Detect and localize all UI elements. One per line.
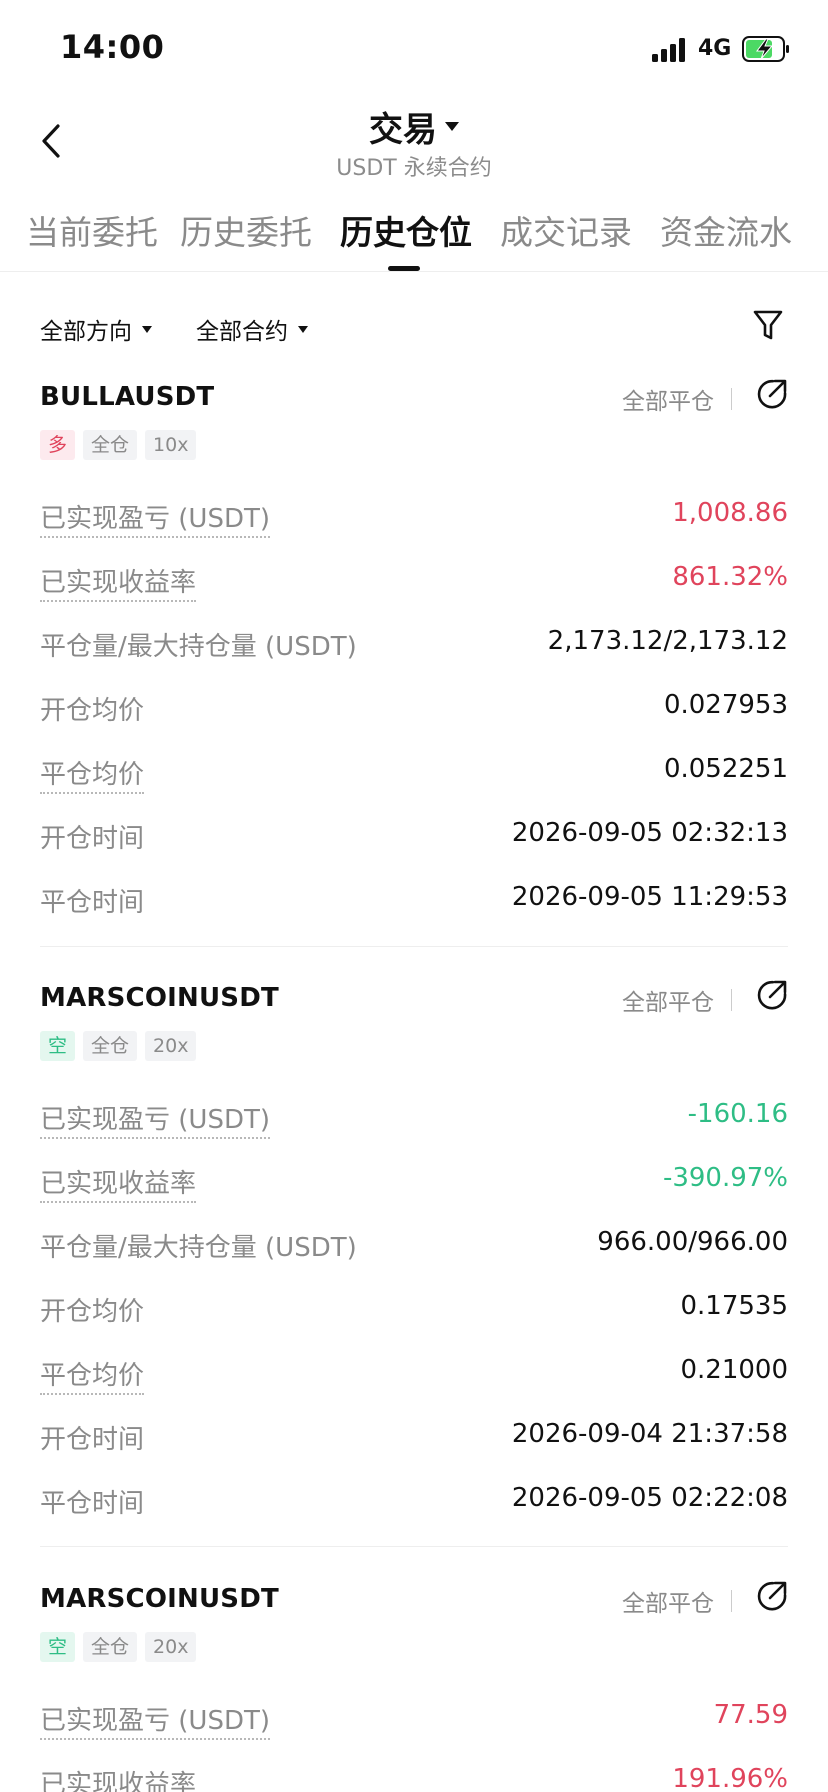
close-price-label[interactable]: 平仓均价 bbox=[40, 754, 145, 794]
margin-mode-tag: 全仓 bbox=[83, 1632, 138, 1662]
direction-filter-label: 全部方向 bbox=[40, 319, 132, 345]
leverage-tag: 10x bbox=[145, 430, 197, 460]
close-price-label[interactable]: 平仓均价 bbox=[40, 1355, 145, 1395]
realized-pnl-row: 已实现盈亏 (USDT) 1,008.86 bbox=[40, 488, 788, 552]
open-time-label: 开仓时间 bbox=[40, 1425, 145, 1455]
card-divider bbox=[40, 946, 788, 947]
side-tag: 空 bbox=[40, 1632, 76, 1662]
side-tag: 空 bbox=[40, 1031, 76, 1061]
position-symbol: MARSCOINUSDT bbox=[40, 983, 279, 1013]
realized-pnl-row: 已实现盈亏 (USDT) 77.59 bbox=[40, 1690, 788, 1754]
tab-current-orders[interactable]: 当前委托 bbox=[26, 206, 158, 254]
close-price-row: 平仓均价 0.052251 bbox=[40, 744, 788, 808]
status-time: 14:00 bbox=[60, 28, 165, 66]
leverage-tag: 20x bbox=[145, 1632, 197, 1662]
close-time-row: 平仓时间 2026-09-05 11:29:53 bbox=[40, 872, 788, 936]
realized-roi-row: 已实现收益率 861.32% bbox=[40, 552, 788, 616]
entry-price-value: 0.027953 bbox=[663, 690, 788, 720]
page-subtitle: USDT 永续合约 bbox=[336, 156, 492, 181]
filter-funnel-icon[interactable] bbox=[752, 308, 784, 342]
filter-bar: 全部方向 全部合约 bbox=[0, 300, 828, 352]
network-type: 4G bbox=[698, 36, 732, 61]
open-time-row: 开仓时间 2026-09-04 21:37:58 bbox=[40, 1409, 788, 1473]
close-all-button[interactable]: 全部平仓 bbox=[622, 1584, 714, 1618]
close-time-label: 平仓时间 bbox=[40, 888, 145, 918]
realized-roi-value: 861.32% bbox=[672, 562, 788, 592]
close-volume-row: 平仓量/最大持仓量 (USDT) 966.00/966.00 bbox=[40, 1217, 788, 1281]
status-bar: 14:00 4G bbox=[0, 0, 828, 100]
tab-trade-records[interactable]: 成交记录 bbox=[500, 206, 632, 254]
realized-roi-row: 已实现收益率 -390.97% bbox=[40, 1153, 788, 1217]
entry-price-row: 开仓均价 0.17535 bbox=[40, 1281, 788, 1345]
contract-filter-label: 全部合约 bbox=[196, 319, 288, 345]
entry-price-row: 开仓均价 0.027953 bbox=[40, 680, 788, 744]
close-all-button[interactable]: 全部平仓 bbox=[622, 983, 714, 1017]
position-card: MARSCOINUSDT 全部平仓 空 全仓 20x 已实现盈亏 (USDT) … bbox=[40, 979, 788, 1537]
caret-down-icon bbox=[445, 122, 459, 131]
caret-down-icon bbox=[142, 325, 152, 333]
close-volume-label: 平仓量/最大持仓量 (USDT) bbox=[40, 1233, 357, 1263]
close-volume-row: 平仓量/最大持仓量 (USDT) 2,173.12/2,173.12 bbox=[40, 616, 788, 680]
side-tag: 多 bbox=[40, 430, 76, 460]
close-volume-value: 966.00/966.00 bbox=[597, 1227, 788, 1257]
realized-roi-label[interactable]: 已实现收益率 bbox=[40, 1163, 197, 1203]
share-icon[interactable] bbox=[756, 979, 788, 1011]
close-time-label: 平仓时间 bbox=[40, 1489, 145, 1519]
tab-position-history[interactable]: 历史仓位 bbox=[340, 206, 472, 254]
card-divider bbox=[40, 1546, 788, 1547]
open-time-label: 开仓时间 bbox=[40, 824, 145, 854]
page-title: 交易 bbox=[369, 110, 437, 150]
title-selector[interactable]: 交易 bbox=[0, 102, 828, 151]
position-symbol: BULLAUSDT bbox=[40, 382, 215, 412]
battery-charging-icon bbox=[742, 36, 789, 62]
close-time-value: 2026-09-05 11:29:53 bbox=[511, 882, 788, 912]
caret-down-icon bbox=[298, 325, 308, 333]
tab-order-history[interactable]: 历史委托 bbox=[180, 206, 312, 254]
close-time-row: 平仓时间 2026-09-05 02:22:08 bbox=[40, 1473, 788, 1537]
tab-fund-flow[interactable]: 资金流水 bbox=[660, 206, 792, 254]
realized-pnl-value: 77.59 bbox=[713, 1700, 788, 1730]
realized-roi-label[interactable]: 已实现收益率 bbox=[40, 562, 197, 602]
close-price-value: 0.21000 bbox=[680, 1355, 788, 1385]
entry-price-label: 开仓均价 bbox=[40, 1297, 145, 1327]
realized-pnl-value: 1,008.86 bbox=[672, 498, 788, 528]
close-volume-label: 平仓量/最大持仓量 (USDT) bbox=[40, 632, 357, 662]
realized-pnl-value: -160.16 bbox=[687, 1099, 788, 1129]
contract-filter[interactable]: 全部合约 bbox=[196, 312, 308, 346]
margin-mode-tag: 全仓 bbox=[83, 430, 138, 460]
margin-mode-tag: 全仓 bbox=[83, 1031, 138, 1061]
share-icon[interactable] bbox=[756, 1580, 788, 1612]
position-card: MARSCOINUSDT 全部平仓 空 全仓 20x 已实现盈亏 (USDT) … bbox=[40, 1580, 788, 1792]
direction-filter[interactable]: 全部方向 bbox=[40, 312, 152, 346]
open-time-value: 2026-09-05 02:32:13 bbox=[511, 818, 788, 848]
entry-price-label: 开仓均价 bbox=[40, 696, 145, 726]
share-icon[interactable] bbox=[756, 378, 788, 410]
realized-pnl-label[interactable]: 已实现盈亏 (USDT) bbox=[40, 1700, 270, 1740]
close-price-value: 0.052251 bbox=[663, 754, 788, 784]
position-symbol: MARSCOINUSDT bbox=[40, 1584, 279, 1614]
tab-bar: 当前委托 历史委托 历史仓位 成交记录 资金流水 bbox=[0, 196, 828, 272]
open-time-value: 2026-09-04 21:37:58 bbox=[511, 1419, 788, 1449]
position-card: BULLAUSDT 全部平仓 多 全仓 10x 已实现盈亏 (USDT) 1,0… bbox=[40, 378, 788, 936]
realized-roi-row: 已实现收益率 191.96% bbox=[40, 1754, 788, 1792]
separator bbox=[731, 1590, 732, 1612]
realized-roi-value: 191.96% bbox=[672, 1764, 788, 1792]
separator bbox=[731, 989, 732, 1011]
entry-price-value: 0.17535 bbox=[680, 1291, 788, 1321]
realized-roi-value: -390.97% bbox=[662, 1163, 788, 1193]
cellular-signal-icon bbox=[652, 38, 685, 62]
realized-pnl-label[interactable]: 已实现盈亏 (USDT) bbox=[40, 1099, 270, 1139]
leverage-tag: 20x bbox=[145, 1031, 197, 1061]
active-tab-indicator bbox=[388, 266, 420, 271]
realized-pnl-row: 已实现盈亏 (USDT) -160.16 bbox=[40, 1089, 788, 1153]
close-time-value: 2026-09-05 02:22:08 bbox=[511, 1483, 788, 1513]
close-price-row: 平仓均价 0.21000 bbox=[40, 1345, 788, 1409]
open-time-row: 开仓时间 2026-09-05 02:32:13 bbox=[40, 808, 788, 872]
realized-pnl-label[interactable]: 已实现盈亏 (USDT) bbox=[40, 498, 270, 538]
close-all-button[interactable]: 全部平仓 bbox=[622, 382, 714, 416]
close-volume-value: 2,173.12/2,173.12 bbox=[547, 626, 788, 656]
page-header: 交易 USDT 永续合约 bbox=[0, 100, 828, 181]
separator bbox=[731, 388, 732, 410]
realized-roi-label[interactable]: 已实现收益率 bbox=[40, 1764, 196, 1792]
